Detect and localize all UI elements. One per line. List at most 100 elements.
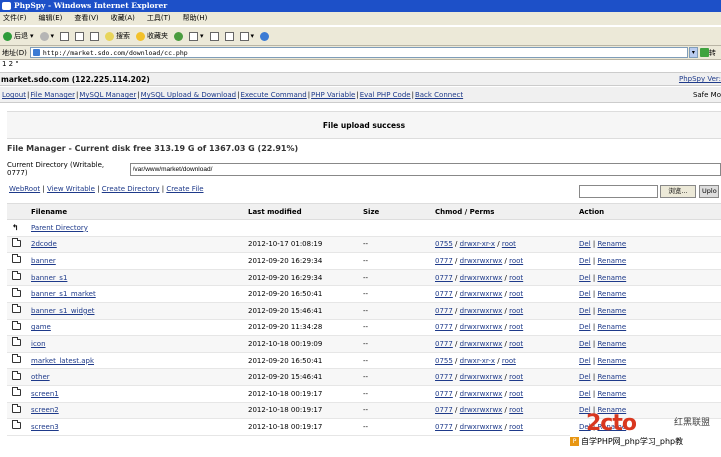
perms-link[interactable]: drwxrwxrwx (460, 406, 503, 414)
del-link[interactable]: Del (579, 323, 591, 331)
owner-link[interactable]: root (509, 257, 523, 265)
nav-php-variable[interactable]: PHP Variable (311, 91, 355, 99)
perms-link[interactable]: drwxr-xr-x (460, 240, 495, 248)
file-name-link[interactable]: banner_s1_market (31, 290, 96, 298)
perms-link[interactable]: drwxrwxrwx (460, 323, 503, 331)
perms-link[interactable]: drwxrwxrwx (460, 340, 503, 348)
chmod-link[interactable]: 0777 (435, 423, 453, 431)
owner-link[interactable]: root (509, 274, 523, 282)
menu-edit[interactable]: 编辑(E) (39, 12, 63, 25)
perms-link[interactable]: drwxrwxrwx (460, 307, 503, 315)
owner-link[interactable]: root (509, 323, 523, 331)
del-link[interactable]: Del (579, 290, 591, 298)
file-name-link[interactable]: market_latest.apk (31, 357, 94, 365)
perms-link[interactable]: drwxrwxrwx (460, 373, 503, 381)
rename-link[interactable]: Rename (597, 390, 626, 398)
link-create-directory[interactable]: Create Directory (102, 185, 160, 193)
rename-link[interactable]: Rename (597, 357, 626, 365)
del-link[interactable]: Del (579, 373, 591, 381)
search-button[interactable]: 搜索 (105, 31, 130, 41)
nav-mysql-upload-download[interactable]: MySQL Upload & Download (141, 91, 237, 99)
go-button[interactable]: 转 (699, 47, 720, 58)
file-name-link[interactable]: other (31, 373, 50, 381)
file-name-link[interactable]: screen2 (31, 406, 59, 414)
rename-link[interactable]: Rename (597, 373, 626, 381)
chmod-link[interactable]: 0777 (435, 257, 453, 265)
file-name-link[interactable]: banner (31, 257, 56, 265)
nav-execute-command[interactable]: Execute Command (240, 91, 306, 99)
owner-link[interactable]: root (509, 406, 523, 414)
rename-link[interactable]: Rename (597, 290, 626, 298)
file-name-link[interactable]: game (31, 323, 51, 331)
rename-link[interactable]: Rename (597, 274, 626, 282)
menu-favorites[interactable]: 收藏(A) (111, 12, 135, 25)
chmod-link[interactable]: 0777 (435, 406, 453, 414)
chmod-link[interactable]: 0777 (435, 307, 453, 315)
stop-icon[interactable] (60, 31, 70, 41)
del-link[interactable]: Del (579, 307, 591, 315)
messenger-icon[interactable] (260, 31, 270, 41)
favorites-button[interactable]: 收藏夹 (136, 31, 168, 41)
perms-link[interactable]: drwxr-xr-x (460, 357, 495, 365)
file-name-link[interactable]: screen1 (31, 390, 59, 398)
del-link[interactable]: Del (579, 240, 591, 248)
chmod-link[interactable]: 0777 (435, 323, 453, 331)
nav-file-manager[interactable]: File Manager (30, 91, 75, 99)
chmod-link[interactable]: 0777 (435, 373, 453, 381)
chmod-link[interactable]: 0777 (435, 340, 453, 348)
nav-eval-php-code[interactable]: Eval PHP Code (360, 91, 411, 99)
rename-link[interactable]: Rename (597, 257, 626, 265)
menu-help[interactable]: 帮助(H) (183, 12, 208, 25)
link-create-file[interactable]: Create File (166, 185, 203, 193)
perms-link[interactable]: drwxrwxrwx (460, 390, 503, 398)
version-link[interactable]: PhpSpy Ver: (679, 73, 721, 86)
perms-link[interactable]: drwxrwxrwx (460, 290, 503, 298)
link-view-writable[interactable]: View Writable (47, 185, 95, 193)
owner-link[interactable]: root (509, 423, 523, 431)
owner-link[interactable]: root (502, 240, 516, 248)
chmod-link[interactable]: 0777 (435, 390, 453, 398)
mail-button[interactable]: ▾ (189, 31, 204, 41)
parent-directory-link[interactable]: Parent Directory (31, 224, 88, 232)
discuss-button[interactable]: ▾ (239, 31, 254, 41)
rename-link[interactable]: Rename (597, 323, 626, 331)
del-link[interactable]: Del (579, 357, 591, 365)
del-link[interactable]: Del (579, 340, 591, 348)
owner-link[interactable]: root (509, 390, 523, 398)
print-icon[interactable] (209, 31, 219, 41)
refresh-icon[interactable] (75, 31, 85, 41)
chmod-link[interactable]: 0777 (435, 274, 453, 282)
upload-file-input[interactable] (579, 185, 658, 198)
browse-button[interactable]: 浏览... (660, 185, 696, 198)
perms-link[interactable]: drwxrwxrwx (460, 423, 503, 431)
chmod-link[interactable]: 0755 (435, 357, 453, 365)
nav-back-connect[interactable]: Back Connect (415, 91, 463, 99)
file-name-link[interactable]: banner_s1_widget (31, 307, 95, 315)
home-icon[interactable] (90, 31, 100, 41)
address-dropdown-icon[interactable]: ▾ (688, 47, 698, 58)
rename-link[interactable]: Rename (597, 307, 626, 315)
menu-file[interactable]: 文件(F) (3, 12, 27, 25)
current-directory-input[interactable] (129, 162, 721, 176)
upload-button[interactable]: Uplo (699, 185, 719, 198)
del-link[interactable]: Del (579, 390, 591, 398)
chmod-link[interactable]: 0755 (435, 240, 453, 248)
file-name-link[interactable]: banner_s1 (31, 274, 67, 282)
menu-tools[interactable]: 工具(T) (147, 12, 171, 25)
file-name-link[interactable]: icon (31, 340, 46, 348)
history-icon[interactable] (174, 31, 184, 41)
rename-link[interactable]: Rename (597, 340, 626, 348)
nav-logout[interactable]: Logout (2, 91, 26, 99)
perms-link[interactable]: drwxrwxrwx (460, 257, 503, 265)
nav-mysql-manager[interactable]: MySQL Manager (79, 91, 136, 99)
file-name-link[interactable]: 2dcode (31, 240, 57, 248)
menu-view[interactable]: 查看(V) (74, 12, 98, 25)
chmod-link[interactable]: 0777 (435, 290, 453, 298)
rename-link[interactable]: Rename (597, 240, 626, 248)
edit-icon[interactable] (224, 31, 234, 41)
link-webroot[interactable]: WebRoot (9, 185, 40, 193)
owner-link[interactable]: root (509, 307, 523, 315)
owner-link[interactable]: root (509, 340, 523, 348)
owner-link[interactable]: root (509, 290, 523, 298)
forward-button[interactable]: ▾ (39, 31, 54, 41)
